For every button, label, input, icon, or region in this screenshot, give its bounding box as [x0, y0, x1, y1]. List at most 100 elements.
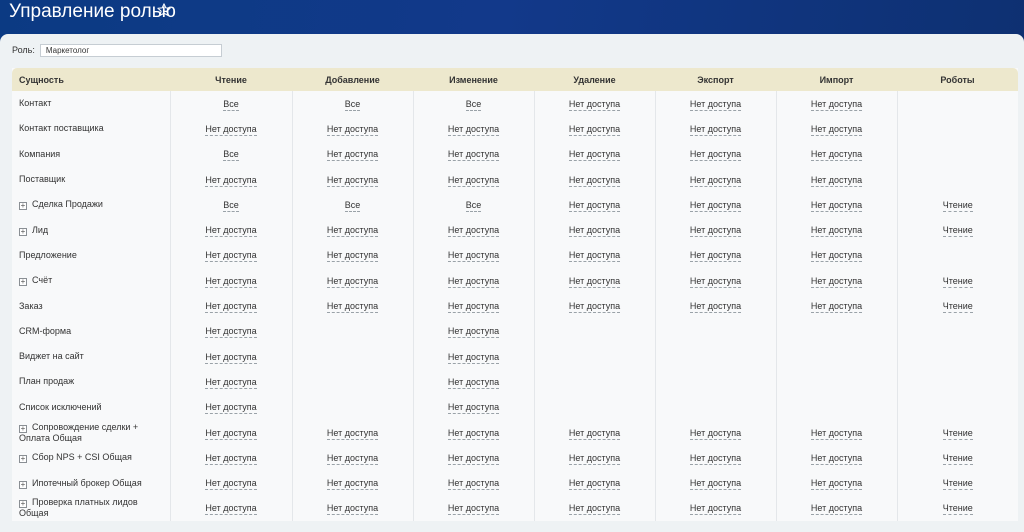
edit-permission-value[interactable]: Нет доступа	[447, 402, 500, 415]
read-permission-value[interactable]: Нет доступа	[205, 478, 257, 491]
delete-permission-value[interactable]: Нет доступа	[568, 123, 621, 136]
delete-permission-value[interactable]: Нет доступа	[568, 250, 621, 263]
read-permission-value[interactable]: Нет доступа	[205, 452, 257, 465]
edit-permission-value[interactable]: Нет доступа	[447, 123, 500, 136]
export-permission-value[interactable]: Нет доступа	[689, 503, 742, 516]
delete-permission-value[interactable]: Нет доступа	[568, 478, 621, 491]
add-permission-value[interactable]: Нет доступа	[326, 250, 379, 263]
read-permission-value[interactable]: Все	[223, 149, 239, 162]
add-permission-value[interactable]: Все	[344, 199, 361, 212]
delete-permission-value[interactable]: Нет доступа	[568, 225, 621, 238]
edit-permission-value[interactable]: Нет доступа	[447, 503, 500, 516]
robots-permission-value[interactable]: Чтение	[942, 225, 973, 238]
import-permission-value[interactable]: Нет доступа	[810, 275, 863, 288]
export-permission-value[interactable]: Нет доступа	[689, 149, 742, 162]
add-permission-value[interactable]: Нет доступа	[326, 452, 379, 465]
export-permission-value[interactable]: Нет доступа	[689, 452, 742, 465]
edit-permission-value[interactable]: Нет доступа	[447, 225, 500, 238]
edit-permission-value[interactable]: Нет доступа	[447, 427, 500, 440]
add-permission-value[interactable]: Нет доступа	[326, 503, 379, 516]
star-icon[interactable]	[156, 2, 172, 18]
import-permission-value[interactable]: Нет доступа	[810, 174, 863, 187]
import-permission-value[interactable]: Нет доступа	[810, 199, 863, 212]
import-permission-value[interactable]: Нет доступа	[810, 301, 863, 314]
edit-permission-value[interactable]: Нет доступа	[447, 301, 500, 314]
export-permission-value[interactable]: Нет доступа	[689, 478, 742, 491]
delete-permission-value[interactable]: Нет доступа	[568, 503, 621, 516]
export-permission-value[interactable]: Нет доступа	[689, 225, 742, 238]
edit-permission-value[interactable]: Нет доступа	[447, 452, 500, 465]
role-name-input[interactable]	[39, 43, 222, 57]
add-permission-value[interactable]: Нет доступа	[326, 225, 379, 238]
export-permission-value[interactable]: Нет доступа	[689, 174, 742, 187]
delete-permission-value[interactable]: Нет доступа	[568, 98, 621, 111]
delete-permission-value[interactable]: Нет доступа	[568, 174, 621, 187]
add-permission-value[interactable]: Нет доступа	[326, 174, 379, 187]
read-permission-value[interactable]: Нет доступа	[205, 376, 257, 389]
export-permission-value[interactable]: Нет доступа	[689, 199, 742, 212]
robots-permission-value[interactable]: Чтение	[942, 427, 973, 440]
edit-permission-value[interactable]: Нет доступа	[447, 478, 500, 491]
edit-permission-value[interactable]: Нет доступа	[447, 351, 500, 364]
edit-permission-value[interactable]: Все	[465, 98, 482, 111]
robots-permission-value[interactable]: Чтение	[942, 452, 973, 465]
import-permission-value[interactable]: Нет доступа	[810, 503, 863, 516]
export-permission-value[interactable]: Нет доступа	[689, 250, 742, 263]
export-permission-value[interactable]: Нет доступа	[689, 123, 742, 136]
import-permission-value[interactable]: Нет доступа	[810, 250, 863, 263]
export-permission-value[interactable]: Нет доступа	[689, 98, 742, 111]
expand-plus-icon[interactable]: +	[19, 500, 27, 509]
edit-permission-value[interactable]: Нет доступа	[447, 149, 500, 162]
robots-permission-value[interactable]: Чтение	[942, 478, 973, 491]
robots-permission-value[interactable]: Чтение	[942, 503, 973, 516]
import-permission-value[interactable]: Нет доступа	[810, 98, 863, 111]
add-permission-value[interactable]: Нет доступа	[326, 301, 379, 314]
edit-permission-value[interactable]: Нет доступа	[447, 275, 500, 288]
export-permission-value[interactable]: Нет доступа	[689, 427, 742, 440]
expand-plus-icon[interactable]: +	[19, 278, 27, 287]
edit-permission-value[interactable]: Все	[465, 199, 482, 212]
import-permission-value[interactable]: Нет доступа	[810, 149, 863, 162]
add-permission-value[interactable]: Нет доступа	[326, 427, 379, 440]
import-permission-value[interactable]: Нет доступа	[810, 478, 863, 491]
read-permission-value[interactable]: Нет доступа	[205, 123, 257, 136]
delete-permission-value[interactable]: Нет доступа	[568, 301, 621, 314]
delete-permission-value[interactable]: Нет доступа	[568, 275, 621, 288]
robots-permission-value[interactable]: Чтение	[942, 301, 973, 314]
read-permission-value[interactable]: Нет доступа	[205, 250, 257, 263]
delete-permission-value[interactable]: Нет доступа	[568, 452, 621, 465]
import-permission-value[interactable]: Нет доступа	[810, 427, 863, 440]
import-permission-value[interactable]: Нет доступа	[810, 225, 863, 238]
read-permission-value[interactable]: Все	[223, 199, 239, 212]
export-permission-value[interactable]: Нет доступа	[689, 275, 742, 288]
edit-permission-value[interactable]: Нет доступа	[447, 174, 500, 187]
read-permission-value[interactable]: Нет доступа	[205, 275, 257, 288]
expand-plus-icon[interactable]: +	[19, 455, 27, 464]
robots-permission-value[interactable]: Чтение	[942, 199, 973, 212]
read-permission-value[interactable]: Нет доступа	[205, 301, 257, 314]
expand-plus-icon[interactable]: +	[19, 480, 27, 489]
robots-permission-value[interactable]: Чтение	[942, 275, 973, 288]
expand-plus-icon[interactable]: +	[19, 202, 27, 211]
add-permission-value[interactable]: Нет доступа	[326, 123, 379, 136]
read-permission-value[interactable]: Нет доступа	[205, 225, 257, 238]
add-permission-value[interactable]: Все	[344, 98, 361, 111]
import-permission-value[interactable]: Нет доступа	[810, 123, 863, 136]
read-permission-value[interactable]: Нет доступа	[205, 351, 257, 364]
read-permission-value[interactable]: Нет доступа	[205, 174, 257, 187]
delete-permission-value[interactable]: Нет доступа	[568, 149, 621, 162]
read-permission-value[interactable]: Нет доступа	[205, 503, 257, 516]
edit-permission-value[interactable]: Нет доступа	[447, 250, 500, 263]
read-permission-value[interactable]: Нет доступа	[205, 402, 257, 415]
expand-plus-icon[interactable]: +	[19, 227, 27, 236]
add-permission-value[interactable]: Нет доступа	[326, 275, 379, 288]
add-permission-value[interactable]: Нет доступа	[326, 149, 379, 162]
delete-permission-value[interactable]: Нет доступа	[568, 199, 621, 212]
export-permission-value[interactable]: Нет доступа	[689, 301, 742, 314]
read-permission-value[interactable]: Нет доступа	[205, 427, 257, 440]
delete-permission-value[interactable]: Нет доступа	[568, 427, 621, 440]
edit-permission-value[interactable]: Нет доступа	[447, 326, 500, 339]
add-permission-value[interactable]: Нет доступа	[326, 478, 379, 491]
read-permission-value[interactable]: Нет доступа	[205, 326, 257, 339]
import-permission-value[interactable]: Нет доступа	[810, 452, 863, 465]
